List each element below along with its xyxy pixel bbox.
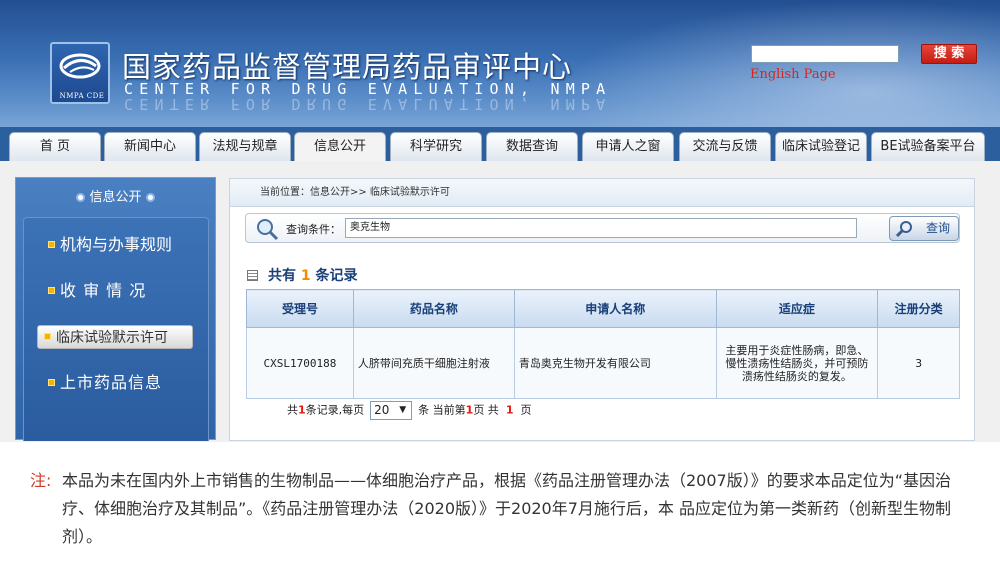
- note-text: 本品为未在国内外上市销售的生物制品——体细胞治疗产品，根据《药品注册管理办法（2…: [62, 471, 952, 546]
- column-header: 药品名称: [352, 289, 515, 328]
- sidebar-item-clinical-approval[interactable]: 临床试验默示许可: [37, 325, 193, 349]
- sidebar-item-label: 收 审 情 况: [60, 281, 147, 300]
- pagination: 共1条记录,每页 20 ▼ 条 当前第1页 共 1 页: [287, 401, 531, 420]
- pager-text: 页 共: [473, 403, 499, 417]
- sidebar-item-organization[interactable]: 机构与办事规则: [48, 233, 172, 257]
- cell-category: 3: [877, 327, 960, 399]
- list-icon: [247, 270, 258, 281]
- nav-tab-info-disclosure[interactable]: 信息公开: [294, 132, 386, 161]
- sidebar-header: 信息公开: [16, 186, 215, 210]
- cell-indication: 主要用于炎症性肠病，即急、慢性溃疡性结肠炎，并可预防溃疡性结肠炎的复发。: [715, 327, 879, 399]
- column-header: 受理号: [246, 289, 354, 328]
- nav-tab-be-platform[interactable]: BE试验备案平台: [871, 132, 985, 161]
- rss-bullet-icon: [48, 241, 55, 248]
- query-input[interactable]: 奥克生物: [345, 218, 857, 238]
- note-label: 注:: [30, 471, 52, 490]
- logo-eye-icon: [59, 53, 101, 79]
- per-page-select[interactable]: 20 ▼: [370, 401, 413, 420]
- column-header: 注册分类: [877, 289, 960, 328]
- rss-bullet-icon: [48, 287, 55, 294]
- nav-tab-applicant-window[interactable]: 申请人之窗: [582, 132, 674, 161]
- nav-tab-feedback[interactable]: 交流与反馈: [679, 132, 771, 161]
- sidebar-item-acceptance[interactable]: 收 审 情 况: [48, 279, 146, 303]
- pager-pages: 1: [505, 403, 514, 417]
- sidebar-dot-icon: [76, 193, 86, 202]
- site-logo[interactable]: NMPA CDE: [50, 42, 110, 104]
- query-button[interactable]: 查询: [889, 216, 959, 241]
- nav-tab-research[interactable]: 科学研究: [390, 132, 482, 161]
- sidebar-item-label: 上市药品信息: [60, 373, 163, 392]
- english-page-link[interactable]: English Page: [750, 67, 836, 82]
- site-subtitle-reflection: CENTER FOR DRUG EVALUATION, NMPA: [124, 95, 612, 113]
- result-summary: 共有 1 条记录: [247, 265, 358, 285]
- sidebar-item-label: 机构与办事规则: [60, 235, 173, 254]
- cell-applicant: 青岛奥克生物开发有限公司: [513, 327, 717, 399]
- nav-tab-regulations[interactable]: 法规与规章: [199, 132, 291, 161]
- table-row[interactable]: CXSL1700188 人脐带间充质干细胞注射液 青岛奥克生物开发有限公司 主要…: [246, 327, 960, 399]
- result-count: 1: [300, 268, 311, 284]
- column-header: 适应症: [715, 289, 879, 328]
- cell-acceptance-number[interactable]: CXSL1700188: [246, 327, 354, 399]
- breadcrumb: 当前位置：信息公开>> 临床试验默示许可: [230, 179, 974, 207]
- logo-caption: NMPA CDE: [59, 92, 105, 100]
- sidebar-dot-icon: [145, 193, 155, 202]
- pager-text: 条记录,每页: [305, 403, 365, 417]
- results-table: 受理号 药品名称 申请人名称 适应症 注册分类 CXSL1700188 人脐带间…: [246, 289, 960, 399]
- nav-tab-home[interactable]: 首 页: [9, 132, 101, 161]
- content-panel: 当前位置：信息公开>> 临床试验默示许可 查询条件： 奥克生物 查询 共有 1 …: [229, 178, 975, 441]
- main-nav: 首 页 新闻中心 法规与规章 信息公开 科学研究 数据查询 申请人之窗 交流与反…: [0, 127, 1000, 161]
- sidebar-item-label: 临床试验默示许可: [56, 330, 168, 346]
- result-suffix: 条记录: [315, 268, 358, 284]
- table-header-row: 受理号 药品名称 申请人名称 适应症 注册分类: [246, 289, 960, 328]
- nav-tab-data-query[interactable]: 数据查询: [486, 132, 578, 161]
- per-page-value: 20: [374, 403, 390, 417]
- site-header: NMPA CDE 国家药品监督管理局药品审评中心 CENTER FOR DRUG…: [0, 0, 1000, 130]
- site-search-input[interactable]: [751, 45, 899, 63]
- pager-total: 1: [298, 403, 306, 417]
- sidebar-item-marketed-drugs[interactable]: 上市药品信息: [48, 371, 162, 395]
- pager-text: 页: [520, 403, 532, 417]
- nav-tab-news[interactable]: 新闻中心: [104, 132, 196, 161]
- cell-drug-name: 人脐带间充质干细胞注射液: [352, 327, 515, 399]
- chevron-down-icon: ▼: [399, 405, 407, 415]
- header-decoration: [560, 0, 1000, 130]
- query-bar: 查询条件： 奥克生物 查询: [245, 213, 960, 243]
- nav-tab-clinical-registry[interactable]: 临床试验登记: [775, 132, 867, 161]
- result-prefix: 共有: [268, 268, 296, 284]
- pager-text: 条 当前第: [418, 403, 466, 417]
- query-button-label: 查询: [925, 221, 950, 235]
- column-header: 申请人名称: [513, 289, 717, 328]
- query-label: 查询条件：: [286, 223, 341, 236]
- rss-bullet-icon: [48, 379, 55, 386]
- site-search-button[interactable]: 搜 索: [921, 44, 977, 64]
- sidebar-header-label: 信息公开: [89, 190, 142, 205]
- pager-text: 共: [287, 403, 298, 417]
- magnifier-icon: [257, 219, 279, 241]
- search-icon: [896, 221, 912, 238]
- rss-bullet-icon: [44, 333, 51, 340]
- sidebar: 信息公开 机构与办事规则 收 审 情 况 临床试验默示许可 上市药品信息: [15, 177, 216, 441]
